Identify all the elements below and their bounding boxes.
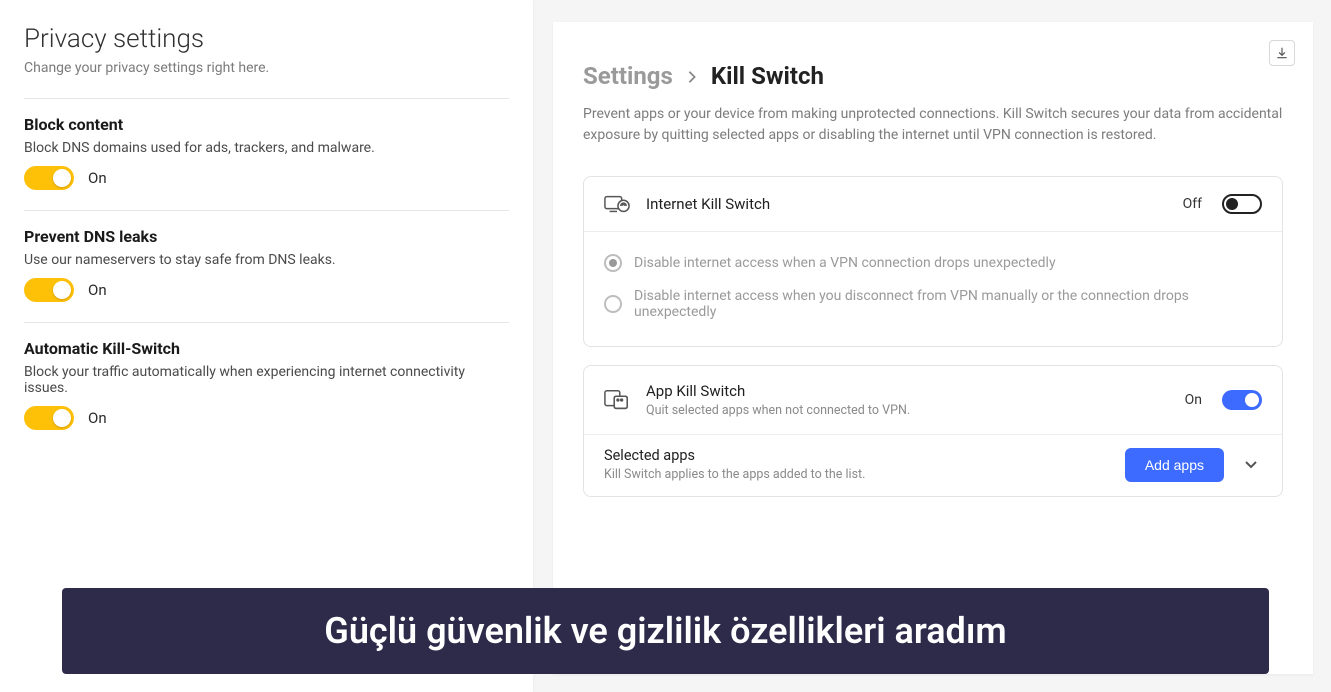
breadcrumb-current: Kill Switch [711,62,824,90]
toggle-prevent-dns-leaks[interactable] [24,278,74,302]
setting-desc: Use our nameservers to stay safe from DN… [24,252,509,268]
setting-desc: Block DNS domains used for ads, trackers… [24,140,509,156]
app-ks-subtext: Quit selected apps when not connected to… [646,403,1169,418]
toggle-automatic-kill-switch[interactable] [24,406,74,430]
radio-label: Disable internet access when a VPN conne… [634,255,1056,271]
radio-label: Disable internet access when you disconn… [634,288,1262,320]
radio-option-manual-or-drops[interactable] [604,295,622,313]
selected-apps-subtext: Kill Switch applies to the apps added to… [604,467,1109,482]
app-ks-title: App Kill Switch [646,382,1169,400]
setting-title: Block content [24,115,509,134]
internet-kill-switch-card: Internet Kill Switch Off Disable interne… [583,176,1283,347]
app-ks-state: On [1185,392,1202,408]
toggle-block-content[interactable] [24,166,74,190]
caption-banner: Güçlü güvenlik ve gizlilik özellikleri a… [62,588,1269,674]
kill-switch-description: Prevent apps or your device from making … [583,104,1283,146]
setting-title: Automatic Kill-Switch [24,339,509,358]
internet-ks-title: Internet Kill Switch [646,195,1167,213]
chevron-right-icon [687,65,697,89]
breadcrumb-root[interactable]: Settings [583,62,673,90]
privacy-settings-subtitle: Change your privacy settings right here. [24,60,509,76]
toggle-state: On [88,281,107,299]
device-icon [604,193,630,215]
apps-icon [604,389,630,411]
setting-block-content: Block content Block DNS domains used for… [24,98,509,210]
setting-desc: Block your traffic automatically when ex… [24,364,509,396]
toggle-internet-kill-switch[interactable] [1222,194,1262,214]
internet-ks-options: Disable internet access when a VPN conne… [584,231,1282,346]
privacy-settings-title: Privacy settings [24,24,509,54]
setting-title: Prevent DNS leaks [24,227,509,246]
setting-prevent-dns-leaks: Prevent DNS leaks Use our nameservers to… [24,210,509,322]
chevron-down-icon[interactable] [1240,455,1262,474]
add-apps-button[interactable]: Add apps [1125,448,1224,482]
app-kill-switch-card: App Kill Switch Quit selected apps when … [583,365,1283,497]
setting-automatic-kill-switch: Automatic Kill-Switch Block your traffic… [24,322,509,450]
toggle-state: On [88,409,107,427]
breadcrumb: Settings Kill Switch [583,62,1283,90]
toggle-app-kill-switch[interactable] [1222,390,1262,410]
download-icon [1275,46,1289,60]
toggle-state: On [88,169,107,187]
internet-ks-state: Off [1183,196,1202,212]
kill-switch-panel: Settings Kill Switch Prevent apps or you… [553,22,1313,674]
download-button[interactable] [1269,40,1295,66]
radio-option-drops-unexpectedly[interactable] [604,254,622,272]
selected-apps-title: Selected apps [604,447,1109,464]
